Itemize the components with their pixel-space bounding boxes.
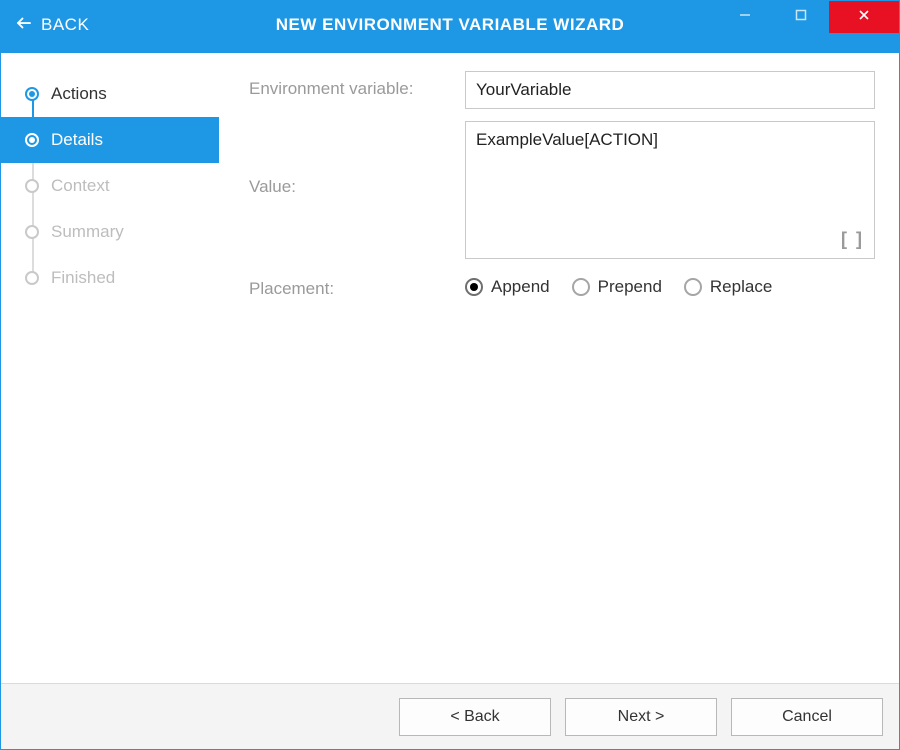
step-label: Summary bbox=[51, 222, 124, 242]
brackets-icon: [ ] bbox=[841, 229, 864, 249]
back-nav-label: BACK bbox=[41, 15, 89, 35]
step-label: Finished bbox=[51, 268, 115, 288]
radio-icon bbox=[684, 278, 702, 296]
minimize-icon bbox=[739, 8, 751, 26]
wizard-window: BACK NEW ENVIRONMENT VARIABLE WIZARD bbox=[0, 0, 900, 750]
close-icon bbox=[858, 8, 870, 26]
wizard-footer: < Back Next > Cancel bbox=[1, 683, 899, 749]
value-text: ExampleValue[ACTION] bbox=[476, 130, 864, 150]
value-label: Value: bbox=[249, 121, 465, 197]
radio-icon bbox=[465, 278, 483, 296]
step-bullet-icon bbox=[25, 271, 39, 285]
step-bullet-icon bbox=[25, 225, 39, 239]
radio-label: Prepend bbox=[598, 277, 662, 297]
wizard-content: Environment variable: Value: ExampleValu… bbox=[219, 53, 899, 683]
step-context[interactable]: Context bbox=[1, 163, 219, 209]
field-value: Value: ExampleValue[ACTION] [ ] bbox=[249, 121, 875, 259]
step-bullet-icon bbox=[25, 179, 39, 193]
step-label: Actions bbox=[51, 84, 107, 104]
value-input[interactable]: ExampleValue[ACTION] [ ] bbox=[465, 121, 875, 259]
step-bullet-icon bbox=[25, 133, 39, 147]
env-var-input[interactable] bbox=[465, 71, 875, 109]
env-var-label: Environment variable: bbox=[249, 71, 465, 99]
placement-label: Placement: bbox=[249, 271, 465, 299]
step-summary[interactable]: Summary bbox=[1, 209, 219, 255]
step-finished[interactable]: Finished bbox=[1, 255, 219, 301]
radio-label: Append bbox=[491, 277, 550, 297]
window-controls bbox=[717, 1, 899, 49]
field-env-var: Environment variable: bbox=[249, 71, 875, 109]
close-button[interactable] bbox=[829, 1, 899, 33]
placement-option-append[interactable]: Append bbox=[465, 277, 550, 297]
step-label: Details bbox=[51, 130, 103, 150]
radio-icon bbox=[572, 278, 590, 296]
back-button[interactable]: < Back bbox=[399, 698, 551, 736]
maximize-button[interactable] bbox=[773, 1, 829, 33]
wizard-steps: Actions Details Context Summary Finished bbox=[1, 53, 219, 683]
back-arrow-icon bbox=[15, 14, 33, 37]
placement-radio-group: Append Prepend Replace bbox=[465, 271, 875, 297]
placement-option-replace[interactable]: Replace bbox=[684, 277, 772, 297]
step-label: Context bbox=[51, 176, 110, 196]
minimize-button[interactable] bbox=[717, 1, 773, 33]
insert-token-button[interactable]: [ ] bbox=[841, 229, 864, 250]
back-nav-button[interactable]: BACK bbox=[1, 1, 103, 49]
wizard-body: Actions Details Context Summary Finished bbox=[1, 53, 899, 683]
step-bullet-icon bbox=[25, 87, 39, 101]
field-placement: Placement: Append Prepend Re bbox=[249, 271, 875, 299]
titlebar: BACK NEW ENVIRONMENT VARIABLE WIZARD bbox=[1, 1, 899, 49]
maximize-icon bbox=[795, 8, 807, 26]
placement-option-prepend[interactable]: Prepend bbox=[572, 277, 662, 297]
radio-label: Replace bbox=[710, 277, 772, 297]
next-button[interactable]: Next > bbox=[565, 698, 717, 736]
cancel-button[interactable]: Cancel bbox=[731, 698, 883, 736]
